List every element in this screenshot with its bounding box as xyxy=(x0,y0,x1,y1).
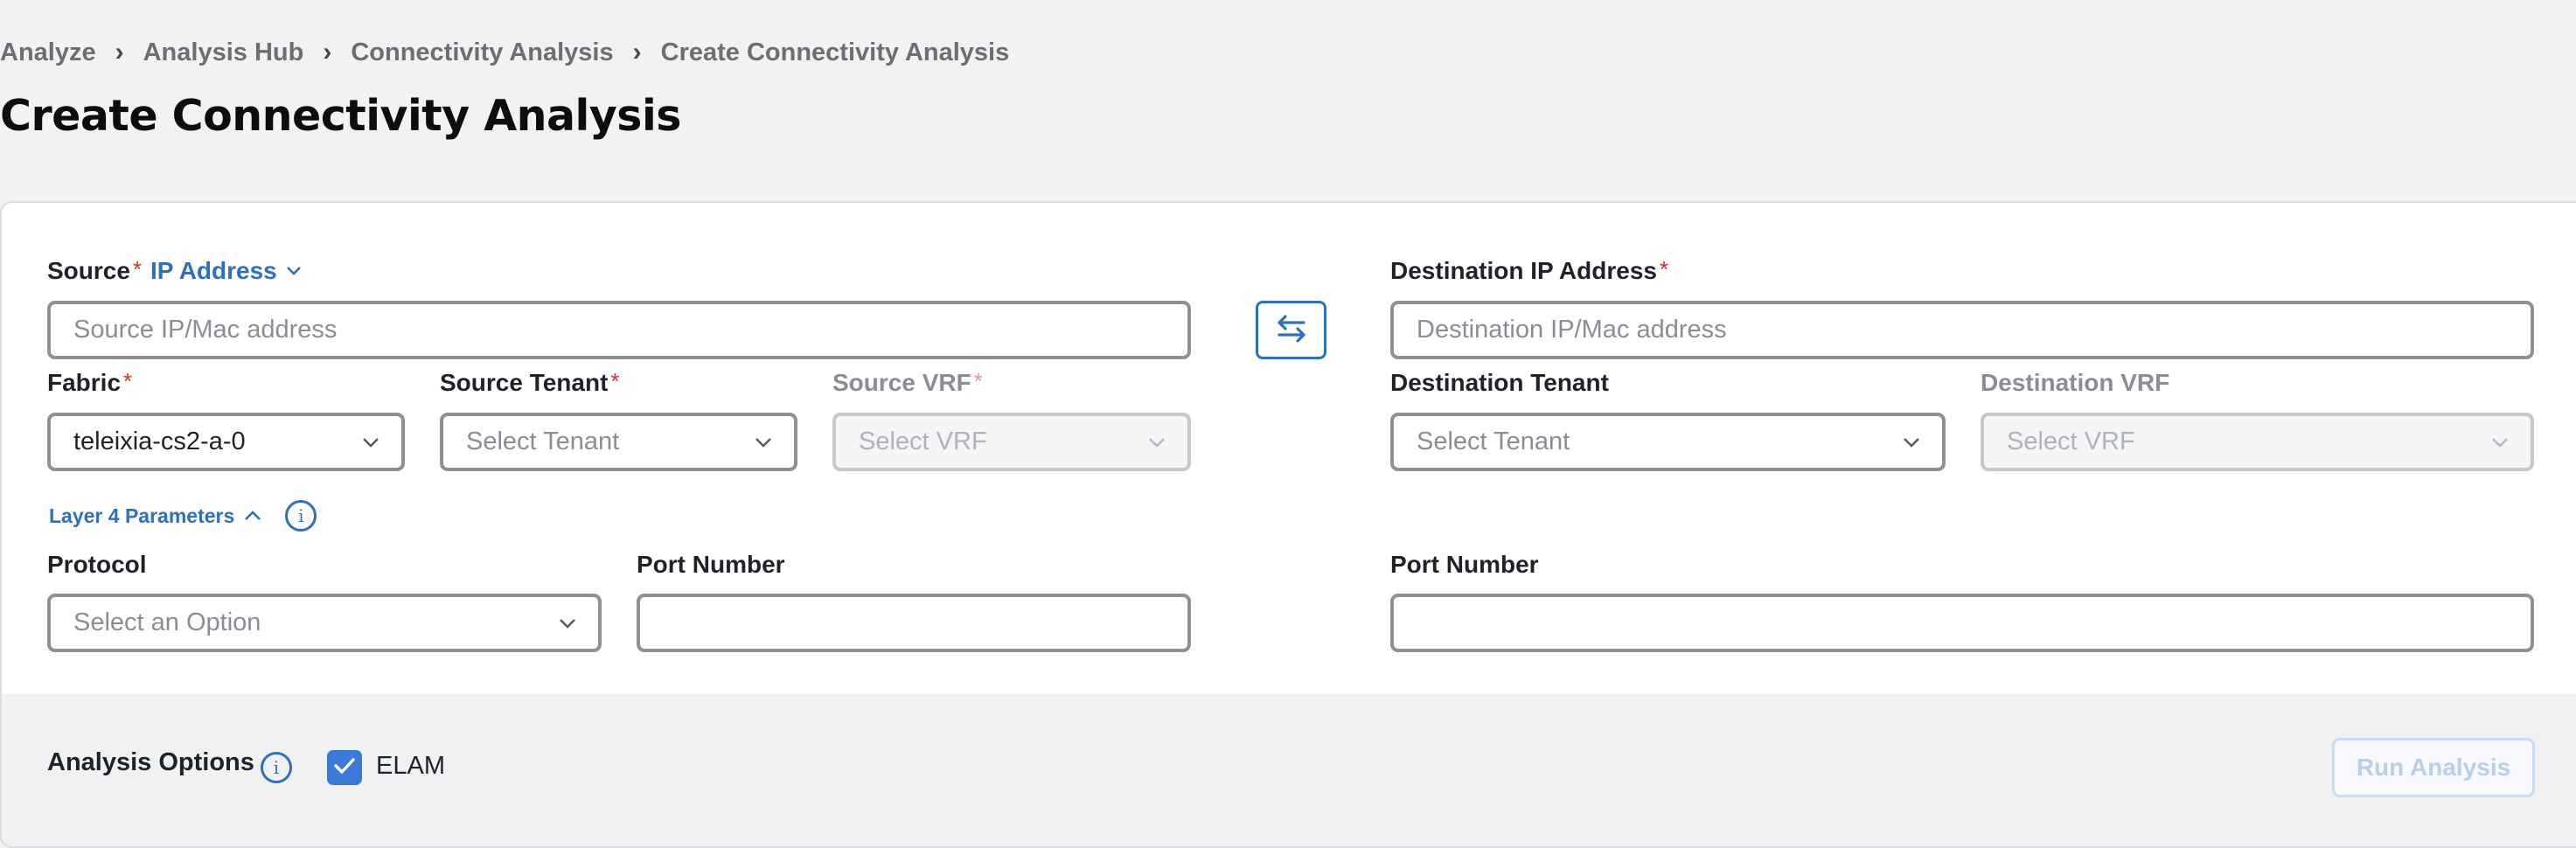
breadcrumb: Analyze › Analysis Hub › Connectivity An… xyxy=(0,35,1009,70)
protocol-label: Protocol xyxy=(47,551,147,578)
destination-vrf-select: Select VRF xyxy=(1981,413,2534,471)
layer4-parameters-toggle[interactable]: Layer 4 Parameters i xyxy=(49,500,317,532)
chevron-down-icon xyxy=(1902,433,1921,452)
checkmark-icon xyxy=(333,756,356,780)
page-title: Create Connectivity Analysis xyxy=(0,91,681,141)
protocol-placeholder: Select an Option xyxy=(73,608,261,636)
layer4-toggle-label: Layer 4 Parameters xyxy=(49,504,235,527)
source-label-group: Source * xyxy=(47,255,143,285)
source-label: Source xyxy=(47,257,130,284)
destination-label-group: Destination IP Address * xyxy=(1390,255,1669,285)
analysis-options-label-group: Analysis Options xyxy=(47,748,254,777)
destination-vrf-label: Destination VRF xyxy=(1981,369,2170,396)
breadcrumb-separator: › xyxy=(115,38,124,66)
destination-port-input[interactable] xyxy=(1390,594,2534,652)
destination-label: Destination IP Address xyxy=(1390,257,1657,284)
source-tenant-placeholder: Select Tenant xyxy=(466,427,620,455)
source-type-dropdown[interactable]: IP Address xyxy=(150,257,303,285)
required-marker: * xyxy=(132,255,143,282)
fabric-label-group: Fabric * xyxy=(47,367,133,397)
info-icon[interactable]: i xyxy=(261,752,292,783)
breadcrumb-separator: › xyxy=(632,38,642,66)
source-tenant-label: Source Tenant xyxy=(440,369,609,396)
destination-vrf-placeholder: Select VRF xyxy=(2007,427,2135,455)
destination-port-label: Port Number xyxy=(1390,551,1539,578)
breadcrumb-connectivity-analysis[interactable]: Connectivity Analysis xyxy=(351,38,613,67)
chevron-down-icon xyxy=(558,614,577,633)
required-marker: * xyxy=(610,367,620,394)
fabric-select-value: teleixia-cs2-a-0 xyxy=(73,427,246,455)
fabric-select[interactable]: teleixia-cs2-a-0 xyxy=(47,413,405,471)
info-icon[interactable]: i xyxy=(285,500,317,532)
chevron-down-icon xyxy=(754,433,773,452)
source-vrf-placeholder: Select VRF xyxy=(859,427,987,455)
run-analysis-button[interactable]: Run Analysis xyxy=(2332,738,2535,797)
source-port-label: Port Number xyxy=(637,551,785,578)
source-tenant-label-group: Source Tenant * xyxy=(440,367,620,397)
destination-tenant-placeholder: Select Tenant xyxy=(1417,427,1570,455)
protocol-select[interactable]: Select an Option xyxy=(47,594,602,652)
swap-arrows-icon xyxy=(1274,314,1309,346)
destination-tenant-select[interactable]: Select Tenant xyxy=(1390,413,1946,471)
source-type-value: IP Address xyxy=(150,257,277,284)
required-marker: * xyxy=(123,367,133,394)
source-tenant-select[interactable]: Select Tenant xyxy=(440,413,797,471)
chevron-down-icon xyxy=(2490,433,2510,452)
analysis-options-label: Analysis Options xyxy=(47,748,254,776)
required-marker: * xyxy=(973,367,983,394)
chevron-down-icon xyxy=(284,261,303,281)
chevron-down-icon xyxy=(361,433,380,452)
breadcrumb-analysis-hub[interactable]: Analysis Hub xyxy=(143,38,304,67)
elam-checkbox[interactable] xyxy=(327,750,362,785)
chevron-up-icon xyxy=(243,506,262,525)
source-vrf-label-group: Source VRF * xyxy=(832,367,983,397)
chevron-down-icon xyxy=(1147,433,1166,452)
destination-ip-input[interactable] xyxy=(1390,301,2534,359)
source-ip-input[interactable] xyxy=(47,301,1191,359)
source-port-input[interactable] xyxy=(637,594,1191,652)
source-vrf-select: Select VRF xyxy=(832,413,1191,471)
required-marker: * xyxy=(1659,255,1669,282)
swap-source-destination-button[interactable] xyxy=(1256,301,1326,359)
elam-label[interactable]: ELAM xyxy=(376,752,445,781)
breadcrumb-separator: › xyxy=(323,38,332,66)
destination-tenant-label: Destination Tenant xyxy=(1390,369,1609,396)
source-vrf-label: Source VRF xyxy=(832,369,971,396)
fabric-label: Fabric xyxy=(47,369,122,396)
breadcrumb-analyze[interactable]: Analyze xyxy=(0,38,96,67)
breadcrumb-current: Create Connectivity Analysis xyxy=(660,38,1010,66)
analysis-form-card: Source * IP Address Destination IP Addre… xyxy=(0,201,2576,848)
